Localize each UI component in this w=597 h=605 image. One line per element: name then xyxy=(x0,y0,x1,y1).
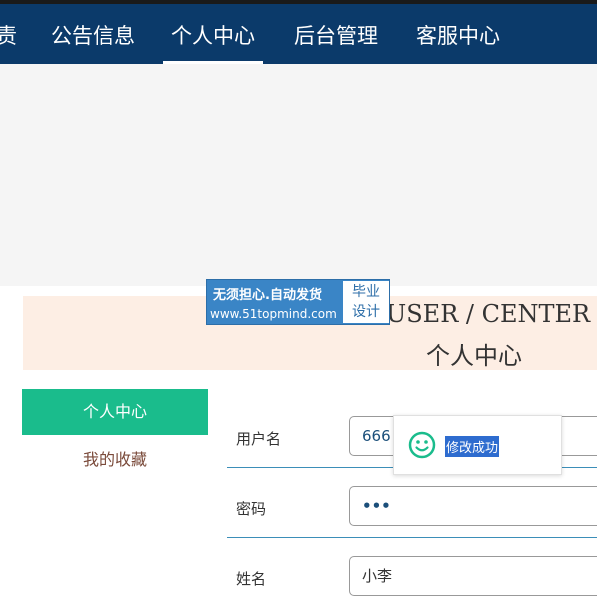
ad-url: www.51topmind.com xyxy=(210,307,337,321)
nav-item-customer-service[interactable]: 客服中心 xyxy=(416,8,500,64)
ad-badge-line1: 毕业 xyxy=(352,284,380,300)
ad-badge: 毕业 设计 xyxy=(343,281,389,323)
name-label: 姓名 xyxy=(236,570,267,588)
section-title-en: USER / CENTER xyxy=(386,300,591,328)
section-title-cn: 个人中心 xyxy=(426,342,522,370)
password-field[interactable]: ••• xyxy=(349,486,597,526)
username-label: 用户名 xyxy=(236,430,282,448)
banner-area xyxy=(0,64,597,286)
ad-badge-line2: 设计 xyxy=(352,304,380,320)
toast-message: 修改成功 xyxy=(445,436,500,457)
nav-item-partial[interactable]: 责 xyxy=(0,8,17,64)
ad-slogan: 无须担心.自动发货 xyxy=(213,288,322,303)
nav-item-admin[interactable]: 后台管理 xyxy=(294,8,378,64)
password-label: 密码 xyxy=(236,500,267,518)
nav-item-user-center[interactable]: 个人中心 xyxy=(163,8,263,64)
form-divider xyxy=(227,537,597,538)
sidebar-item-user-center[interactable]: 个人中心 xyxy=(22,389,208,435)
top-nav-bar: 责 公告信息 个人中心 后台管理 客服中心 xyxy=(0,0,597,64)
nav-item-announcements[interactable]: 公告信息 xyxy=(51,8,135,64)
watermark-ad: 无须担心.自动发货 www.51topmind.com 毕业 设计 xyxy=(206,279,390,325)
success-toast: 修改成功 xyxy=(393,415,562,475)
sidebar-item-favorites[interactable]: 我的收藏 xyxy=(22,446,208,472)
smile-icon xyxy=(408,431,436,459)
name-field[interactable]: 小李 xyxy=(349,556,597,596)
